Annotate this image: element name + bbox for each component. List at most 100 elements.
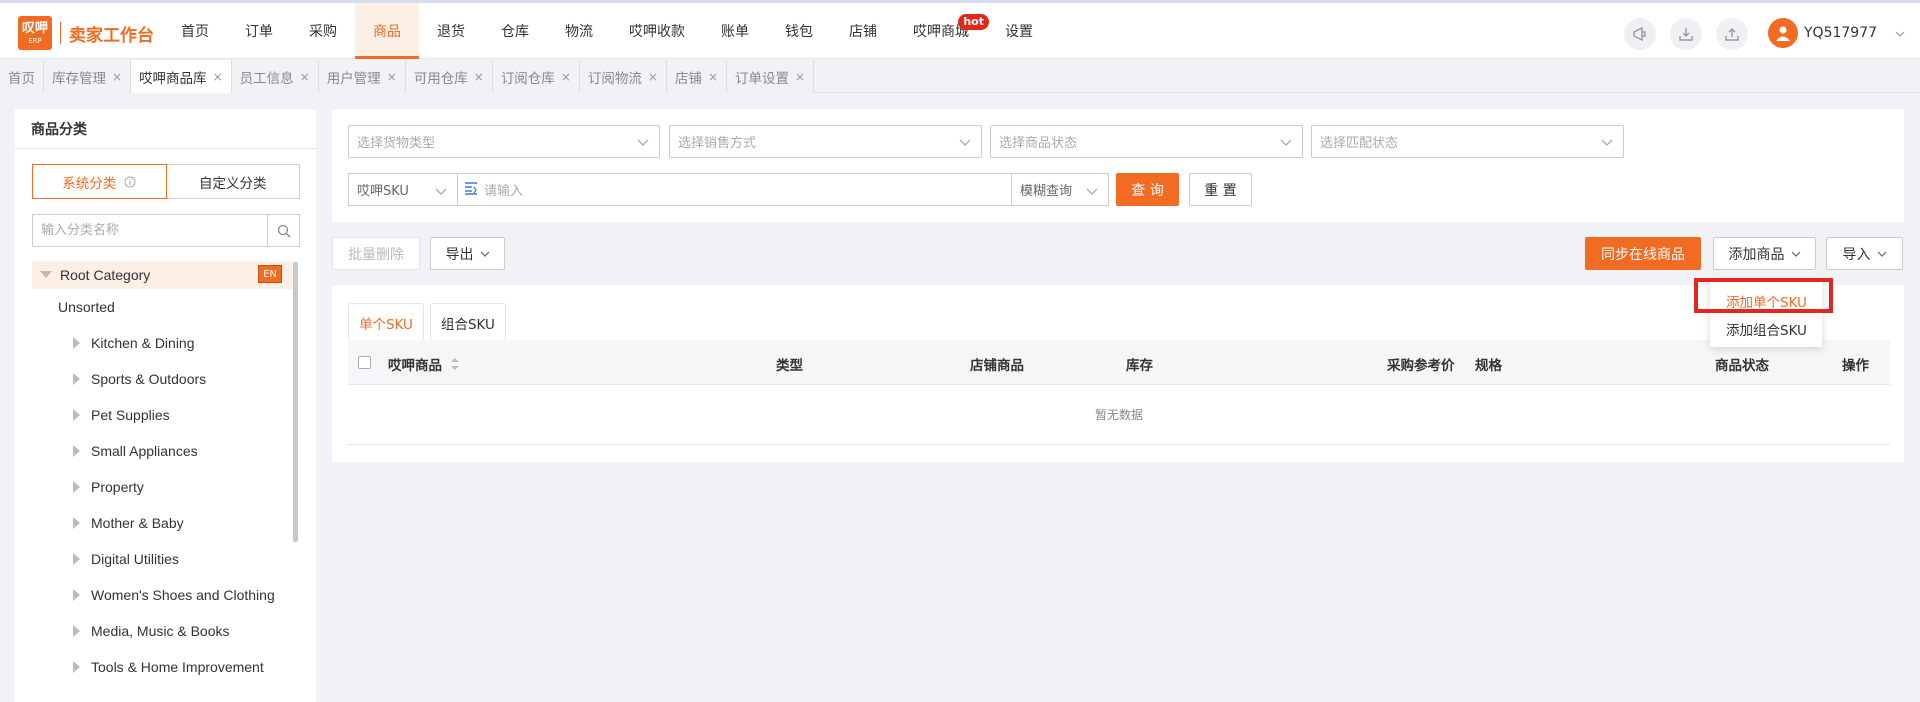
nav-logistics[interactable]: 物流 <box>547 3 611 59</box>
page-tab-order-settings[interactable]: 订单设置 × <box>727 60 815 93</box>
logo-mark: 叹呷 ERP <box>18 16 52 50</box>
system-category-button[interactable]: 系统分类 <box>32 164 167 199</box>
batch-delete-button[interactable]: 批量删除 <box>332 237 420 270</box>
tree-item[interactable]: Mother & Baby <box>32 505 292 541</box>
nav-home[interactable]: 首页 <box>163 3 227 59</box>
export-button[interactable]: 导出 <box>430 237 505 270</box>
action-bar: 批量删除 导出 同步在线商品 添加商品 导入 <box>332 237 1904 270</box>
match-status-select[interactable]: 选择匹配状态 <box>1311 125 1624 158</box>
tab-single-sku[interactable]: 单个SKU <box>348 303 424 341</box>
chevron-down-icon <box>1601 136 1613 151</box>
user-menu[interactable]: YQ517977 <box>1768 18 1905 48</box>
top-icons <box>1624 18 1748 50</box>
triangle-right-icon <box>73 481 80 493</box>
close-icon[interactable]: × <box>474 70 484 84</box>
hot-badge: hot <box>958 14 989 30</box>
col-stock: 库存 <box>1126 358 1153 374</box>
col-ref-price: 采购参考价 <box>1387 358 1455 374</box>
select-all-checkbox[interactable] <box>358 356 371 369</box>
nav-bills[interactable]: 账单 <box>703 3 767 59</box>
triangle-right-icon <box>73 373 80 385</box>
close-icon[interactable]: × <box>795 70 805 84</box>
reset-button[interactable]: 重 置 <box>1189 173 1252 206</box>
tree-item[interactable]: Media, Music & Books <box>32 613 292 649</box>
sku-search-input[interactable]: 请输入 <box>458 173 1012 206</box>
close-icon[interactable]: × <box>213 70 223 84</box>
tree-item[interactable]: Digital Utilities <box>32 541 292 577</box>
page-tab-available-warehouse[interactable]: 可用仓库 × <box>405 60 493 93</box>
tree-item-unsorted[interactable]: Unsorted <box>32 289 292 325</box>
col-type: 类型 <box>776 358 803 374</box>
page-tab-staff[interactable]: 员工信息 × <box>231 60 319 93</box>
batch-input-icon[interactable] <box>464 181 478 199</box>
custom-category-button[interactable]: 自定义分类 <box>166 164 300 199</box>
page-tab-inventory[interactable]: 库存管理 × <box>44 60 132 93</box>
nav-returns[interactable]: 退货 <box>419 3 483 59</box>
category-search-input[interactable] <box>33 215 267 246</box>
query-row: 哎呷SKU 请输入 模糊查询 查 询 重 置 <box>348 173 1252 206</box>
nav-mall[interactable]: 哎呷商城 hot <box>895 3 989 59</box>
close-icon[interactable]: × <box>561 70 571 84</box>
tree-item[interactable]: Women's Shoes and Clothing <box>32 577 292 613</box>
table-header: 哎呷商品 类型 店铺商品 库存 采购参考价 规格 商品状态 操作 <box>348 340 1890 385</box>
megaphone-icon[interactable] <box>1624 18 1656 50</box>
nav-settings[interactable]: 设置 <box>987 3 1051 59</box>
sku-type-select[interactable]: 哎呷SKU <box>348 173 458 206</box>
page-tab-home[interactable]: 首页 <box>0 60 44 93</box>
nav-warehouse[interactable]: 仓库 <box>483 3 547 59</box>
close-icon[interactable]: × <box>112 70 122 84</box>
nav-orders[interactable]: 订单 <box>227 3 291 59</box>
col-product[interactable]: 哎呷商品 <box>388 354 460 374</box>
search-icon[interactable] <box>267 215 299 246</box>
col-store-product: 店铺商品 <box>970 358 1024 374</box>
product-status-select[interactable]: 选择商品状态 <box>990 125 1303 158</box>
en-badge[interactable]: EN <box>258 265 282 283</box>
triangle-down-icon[interactable] <box>40 267 52 283</box>
tree-item[interactable]: Small Appliances <box>32 433 292 469</box>
info-icon <box>124 176 136 188</box>
page-tab-subscribed-logistics[interactable]: 订阅物流 × <box>579 60 667 93</box>
close-icon[interactable]: × <box>708 70 718 84</box>
download-icon[interactable] <box>1670 18 1702 50</box>
page-tab-users[interactable]: 用户管理 × <box>318 60 406 93</box>
chevron-down-icon <box>1086 185 1098 200</box>
chevron-down-icon <box>1895 25 1905 41</box>
nav-payments[interactable]: 哎呷收款 <box>611 3 703 59</box>
page-tab-stores[interactable]: 店铺 × <box>666 60 727 93</box>
close-icon[interactable]: × <box>300 70 310 84</box>
nav-wallet[interactable]: 钱包 <box>767 3 831 59</box>
nav-purchase[interactable]: 采购 <box>291 3 355 59</box>
sidebar-title: 商品分类 <box>15 109 316 149</box>
triangle-right-icon <box>73 409 80 421</box>
logo-text: 卖家工作台 <box>69 25 154 46</box>
tree-root-category[interactable]: Root Category EN <box>32 261 292 289</box>
sale-method-select[interactable]: 选择销售方式 <box>669 125 982 158</box>
sidebar-scrollbar[interactable] <box>293 262 298 542</box>
query-button[interactable]: 查 询 <box>1116 173 1179 206</box>
nav-stores[interactable]: 店铺 <box>831 3 895 59</box>
tree-item[interactable]: Property <box>32 469 292 505</box>
add-product-button[interactable]: 添加商品 <box>1713 237 1816 270</box>
fuzzy-match-select[interactable]: 模糊查询 <box>1012 173 1109 206</box>
close-icon[interactable]: × <box>387 70 397 84</box>
chevron-down-icon <box>1877 251 1887 257</box>
upload-icon[interactable] <box>1716 18 1748 50</box>
chevron-down-icon <box>480 251 490 257</box>
page-tab-product-library[interactable]: 哎呷商品库 × <box>131 60 232 93</box>
sync-online-products-button[interactable]: 同步在线商品 <box>1585 237 1701 270</box>
tree-item[interactable]: Kitchen & Dining <box>32 325 292 361</box>
tab-combo-sku[interactable]: 组合SKU <box>429 303 506 341</box>
logo-separator <box>60 22 61 44</box>
username: YQ517977 <box>1804 25 1878 41</box>
sort-icon[interactable] <box>450 357 460 371</box>
page-tab-subscribed-warehouse[interactable]: 订阅仓库 × <box>492 60 580 93</box>
tree-item[interactable]: Tools & Home Improvement <box>32 649 292 685</box>
nav-products[interactable]: 商品 <box>355 3 419 59</box>
import-button[interactable]: 导入 <box>1826 237 1903 270</box>
close-icon[interactable]: × <box>648 70 658 84</box>
add-combo-sku-item[interactable]: 添加组合SKU <box>1710 315 1822 343</box>
logo[interactable]: 叹呷 ERP 卖家工作台 <box>18 16 154 50</box>
goods-type-select[interactable]: 选择货物类型 <box>348 125 660 158</box>
tree-item[interactable]: Pet Supplies <box>32 397 292 433</box>
tree-item[interactable]: Sports & Outdoors <box>32 361 292 397</box>
